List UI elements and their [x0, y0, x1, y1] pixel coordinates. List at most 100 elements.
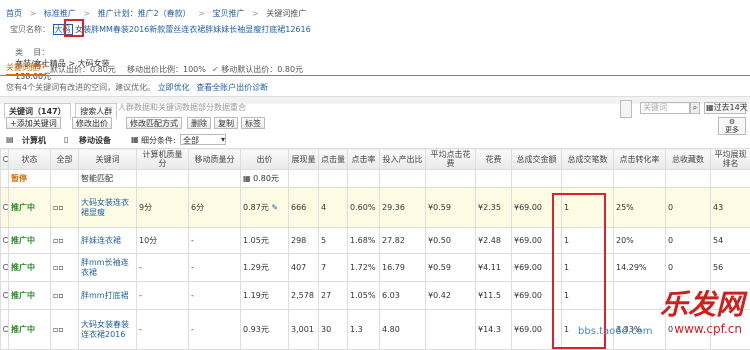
- keyword-cell[interactable]: 大码女装春装连衣裙2016: [79, 310, 137, 350]
- keyword-cell[interactable]: 胖mm打底裙: [79, 282, 137, 310]
- delete-button[interactable]: 删除: [187, 117, 211, 129]
- favorites-cell: 0: [666, 254, 711, 282]
- favorites-cell: [666, 170, 711, 188]
- bid-cell[interactable]: 1.19元: [241, 282, 289, 310]
- bid-value: 0.80元: [253, 174, 279, 183]
- tip-bar: 您有4个关键词有改进的空间，建议优化。 立即优化 查看全账户出价诊断: [6, 82, 268, 93]
- status-cell[interactable]: 推广中: [9, 228, 51, 254]
- toggle-icon[interactable]: ▫▫: [53, 263, 64, 272]
- tab-computer[interactable]: 计算机: [22, 135, 46, 146]
- row-checkbox-cell[interactable]: [1, 228, 9, 254]
- toggle-icon[interactable]: ▫▫: [53, 236, 64, 245]
- row-checkbox[interactable]: [3, 237, 9, 243]
- header-bid[interactable]: 出价: [241, 149, 289, 170]
- gmv-cell: [512, 170, 562, 188]
- keyword-cell[interactable]: 智能匹配: [79, 170, 137, 188]
- bid-cell[interactable]: 0.93元: [241, 310, 289, 350]
- row-actions[interactable]: ▫▫: [51, 310, 79, 350]
- cvr-cell: 20%: [614, 228, 666, 254]
- header-cpc[interactable]: 平均点击花费: [426, 149, 476, 170]
- header-keyword[interactable]: 关键词: [79, 149, 137, 170]
- tag-button[interactable]: 标签: [241, 117, 265, 129]
- filter-toggle[interactable]: [620, 100, 632, 118]
- keyword-cell[interactable]: 胖mm长袖连衣裙: [79, 254, 137, 282]
- header-orders[interactable]: 总成交笔数: [562, 149, 614, 170]
- status-cell[interactable]: 推广中: [9, 188, 51, 228]
- header-clicks[interactable]: 点击量: [319, 149, 348, 170]
- copy-button[interactable]: 复制: [214, 117, 238, 129]
- header-ctr[interactable]: 点击率: [348, 149, 380, 170]
- header-cost[interactable]: 花费: [476, 149, 512, 170]
- row-checkbox[interactable]: [3, 326, 9, 332]
- keyword-cell[interactable]: 大码女装连衣裙显瘦: [79, 188, 137, 228]
- impressions-cell: 2,578: [289, 282, 319, 310]
- bid-cell[interactable]: 1.05元: [241, 228, 289, 254]
- mobile-quality-cell: 6分: [189, 188, 241, 228]
- bid-cell[interactable]: 0.87元 ✎: [241, 188, 289, 228]
- breadcrumb-home[interactable]: 首页: [6, 9, 22, 18]
- optimize-link[interactable]: 立即优化: [158, 83, 190, 92]
- tab-mobile[interactable]: 移动设备: [79, 135, 111, 146]
- period-select[interactable]: ▦过去14天: [704, 102, 746, 114]
- header-rank[interactable]: 平均展现排名: [711, 149, 750, 170]
- diagnose-link[interactable]: 查看全账户出价诊断: [196, 83, 268, 92]
- status-cell[interactable]: 推广中: [9, 282, 51, 310]
- more-columns-button[interactable]: ⚙更多: [718, 117, 746, 135]
- row-actions[interactable]: ▫▫: [51, 228, 79, 254]
- item-name-link[interactable]: 女装胖MM春装2016新款蕾丝连衣裙胖妹妹长袖显瘦打底裙12616: [75, 25, 311, 34]
- ctr-cell: 1.3: [348, 310, 380, 350]
- header-status[interactable]: 状态: [9, 149, 51, 170]
- header-mobile-quality[interactable]: 移动质量分: [189, 149, 241, 170]
- cost-cell: ¥2.48: [476, 228, 512, 254]
- search-icon[interactable]: ⌕: [690, 102, 700, 114]
- toggle-icon[interactable]: ▫▫: [53, 291, 64, 300]
- toggle-icon[interactable]: ▫▫: [53, 203, 64, 212]
- header-all[interactable]: 全部: [51, 149, 79, 170]
- header-cvr[interactable]: 点击转化率: [614, 149, 666, 170]
- row-checkbox-cell[interactable]: [1, 188, 9, 228]
- gear-icon: ⚙: [729, 118, 735, 126]
- header-favorites[interactable]: 总收藏数: [666, 149, 711, 170]
- row-checkbox-cell: [1, 170, 9, 188]
- row-checkbox-cell[interactable]: [1, 254, 9, 282]
- tab-keyword-promo[interactable]: 关键词推广: [6, 62, 46, 76]
- modify-bid-button[interactable]: 修改出价: [72, 117, 112, 129]
- row-actions[interactable]: ▫▫: [51, 282, 79, 310]
- filter-value: 全部: [183, 136, 199, 145]
- pc-quality-cell: [137, 170, 189, 188]
- filter-select[interactable]: 全部 ▾: [180, 134, 226, 145]
- row-checkbox-cell[interactable]: [1, 282, 9, 310]
- toggle-icon[interactable]: ▫▫: [53, 325, 64, 334]
- cost-cell: [476, 170, 512, 188]
- row-checkbox[interactable]: [3, 292, 9, 298]
- row-checkbox-cell[interactable]: [1, 310, 9, 350]
- roi-cell: 29.36: [380, 188, 426, 228]
- select-all-checkbox[interactable]: [3, 156, 9, 162]
- modify-match-button[interactable]: 修改匹配方式: [126, 117, 182, 129]
- bid-cell[interactable]: ▦ 0.80元: [241, 170, 289, 188]
- row-checkbox[interactable]: [3, 204, 9, 210]
- header-pc-quality[interactable]: 计算机质量分: [137, 149, 189, 170]
- breadcrumb-sep: >: [83, 9, 90, 18]
- header-impressions[interactable]: 展现量: [289, 149, 319, 170]
- status-cell[interactable]: 推广中: [9, 310, 51, 350]
- edit-pencil-icon[interactable]: ✎: [271, 203, 278, 212]
- keyword-cell[interactable]: 胖妹连衣裙: [79, 228, 137, 254]
- ctr-cell: 0.60%: [348, 188, 380, 228]
- status-cell[interactable]: 暂停: [9, 170, 51, 188]
- add-keyword-button[interactable]: +添加关键词: [6, 117, 61, 129]
- row-checkbox[interactable]: [3, 264, 9, 270]
- keyword-search-input[interactable]: 关键词: [640, 102, 690, 114]
- row-actions[interactable]: ▫▫: [51, 188, 79, 228]
- status-cell[interactable]: 推广中: [9, 254, 51, 282]
- row-actions[interactable]: ▫▫: [51, 254, 79, 282]
- bid-cell[interactable]: 1.29元: [241, 254, 289, 282]
- segment-icon: ▦: [131, 135, 139, 144]
- breadcrumb-plan[interactable]: 推广计划：推广2（春款）: [98, 9, 191, 18]
- breadcrumb-standard[interactable]: 标准推广: [44, 9, 76, 18]
- breadcrumb-item-promo[interactable]: 宝贝推广: [212, 9, 244, 18]
- mobile-default-bid-text: 移动默认出价：0.80元: [221, 65, 303, 74]
- header-gmv[interactable]: 总成交金额: [512, 149, 562, 170]
- header-roi[interactable]: 投入产出比: [380, 149, 426, 170]
- header-checkbox[interactable]: [1, 149, 9, 170]
